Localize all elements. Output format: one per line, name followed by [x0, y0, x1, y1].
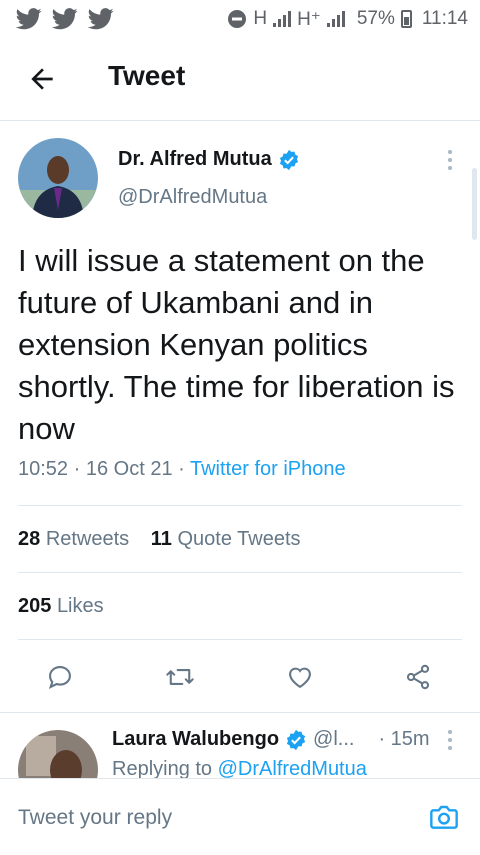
clock: 11:14: [421, 8, 468, 29]
verified-badge-icon: [286, 729, 306, 750]
divider: [18, 505, 462, 506]
verified-badge-icon: [279, 149, 298, 170]
battery-icon: [400, 10, 412, 28]
divider: [0, 712, 480, 713]
author-name[interactable]: Dr. Alfred Mutua: [118, 148, 300, 171]
twitter-notification-icon: [52, 8, 78, 30]
signal-icon: [326, 11, 345, 27]
twitter-notification-icon: [16, 8, 42, 30]
reply-author-name: Laura Walubengo: [112, 728, 280, 750]
scrollbar[interactable]: [472, 168, 477, 240]
reply-button[interactable]: [40, 655, 80, 699]
retweet-icon: [166, 669, 194, 685]
retweets-link[interactable]: 28 Retweets: [18, 528, 129, 550]
app-header: Tweet: [0, 38, 480, 121]
camera-icon[interactable]: [428, 801, 460, 833]
reply-time: · 15m: [378, 728, 430, 750]
author-avatar[interactable]: [18, 138, 98, 218]
back-arrow-icon[interactable]: [26, 63, 58, 95]
share-button[interactable]: [398, 655, 438, 699]
heart-icon: [289, 667, 311, 689]
more-options-icon[interactable]: [446, 150, 454, 174]
reply-author-handle: @l...: [313, 728, 355, 750]
page-title: Tweet: [108, 60, 186, 91]
reply-more-options-icon[interactable]: [446, 730, 454, 754]
network-type-label: H: [253, 8, 268, 29]
network-type-label: H⁺: [297, 8, 321, 30]
author-handle[interactable]: @DrAlfredMutua: [118, 186, 267, 209]
tweet-source-link[interactable]: Twitter for iPhone: [190, 458, 346, 480]
share-icon: [406, 664, 430, 690]
battery-percent: 57%: [356, 8, 395, 29]
tweet-meta: 10:52 · 16 Oct 21 · Twitter for iPhone: [18, 458, 346, 480]
quote-tweets-link[interactable]: 11 Quote Tweets: [151, 528, 301, 550]
reply-composer[interactable]: Tweet your reply: [0, 778, 480, 855]
divider: [18, 572, 462, 573]
likes-link[interactable]: 205 Likes: [18, 595, 104, 618]
tweet-time: 10:52: [18, 458, 69, 480]
tweet-actions: [0, 655, 480, 699]
reply-author[interactable]: Laura Walubengo @l... · 15m: [112, 728, 442, 751]
tweet-text: I will issue a statement on the future o…: [18, 243, 455, 446]
reply-input[interactable]: Tweet your reply: [18, 806, 172, 830]
tweet-date: 16 Oct 21: [85, 458, 173, 480]
replying-to-mention[interactable]: @DrAlfredMutua: [218, 758, 367, 780]
engagement-stats: 28 Retweets 11 Quote Tweets: [18, 528, 301, 551]
divider: [18, 639, 462, 640]
reply-icon: [48, 666, 71, 689]
retweet-button[interactable]: [160, 655, 200, 699]
status-bar: H H⁺ 57% 11:14: [0, 0, 480, 38]
twitter-notification-icon: [88, 8, 114, 30]
signal-icon: [273, 11, 292, 27]
do-not-disturb-icon: [228, 10, 247, 28]
like-button[interactable]: [280, 655, 320, 699]
